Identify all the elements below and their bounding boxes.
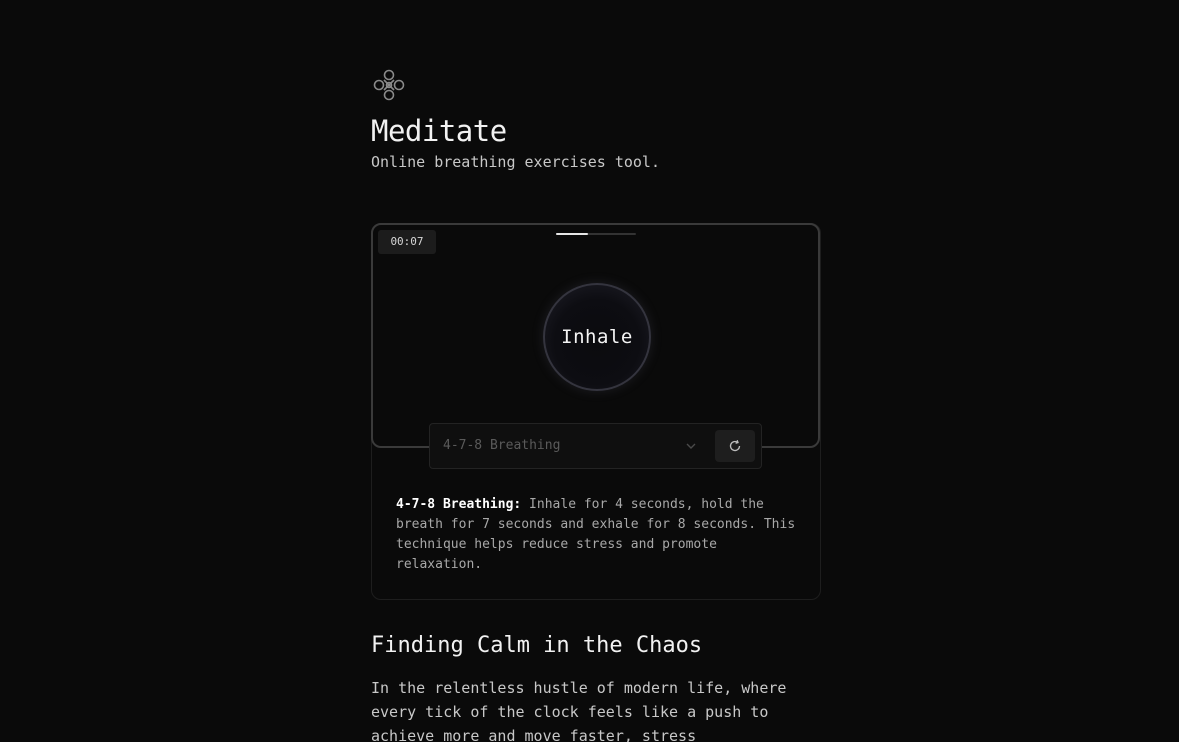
technique-description: 4-7-8 Breathing: Inhale for 4 seconds, h… [396,495,796,575]
technique-select[interactable]: 4-7-8 Breathing [430,424,705,468]
knot-logo-icon [373,69,405,101]
reset-button[interactable] [715,430,755,462]
technique-name: 4-7-8 Breathing: [396,497,522,512]
page-subtitle: Online breathing exercises tool. [371,153,660,171]
page-title: Meditate [371,114,507,148]
exercise-controls: 4-7-8 Breathing [429,423,762,469]
timer-badge: 00:07 [378,230,436,254]
page: Meditate Online breathing exercises tool… [0,0,1179,742]
technique-select-value: 4-7-8 Breathing [443,438,561,453]
breath-phase-label: Inhale [561,326,633,348]
phase-progress-fill [556,233,588,235]
breath-circle: Inhale [543,283,651,391]
chevron-down-icon [686,443,696,449]
article-body: In the relentless hustle of modern life,… [371,679,787,742]
breathing-stage: 00:07 Inhale [371,223,820,448]
phase-progress-bar [556,233,636,235]
refresh-icon [729,439,741,452]
article-heading: Finding Calm in the Chaos [371,633,703,658]
exercise-card: 00:07 Inhale 4-7-8 Breathing 4-7-8 Breat… [371,223,821,600]
